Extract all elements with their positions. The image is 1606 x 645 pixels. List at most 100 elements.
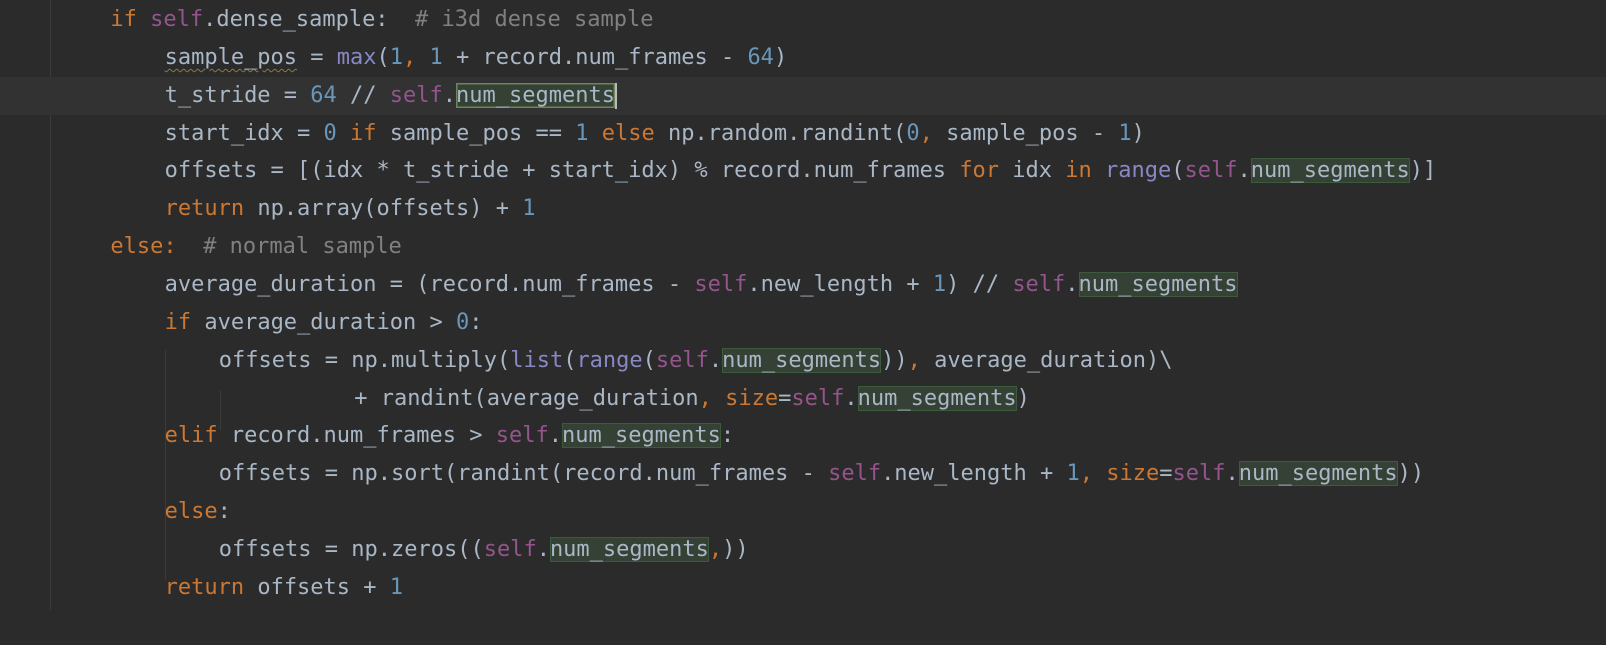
code-token: + randint(average_duration (354, 385, 699, 411)
code-token: start_idx = (164, 120, 324, 146)
code-token: else (110, 234, 164, 260)
code-token: , (907, 347, 935, 373)
code-line-content: return np.array(offsets) + 1 (165, 190, 536, 228)
text-caret (614, 82, 617, 109)
code-token: list (510, 347, 564, 373)
code-token: offsets = np.sort(randint(record.num_fra… (218, 461, 829, 487)
code-token: ) (773, 44, 788, 70)
code-line[interactable]: offsets = np.multiply(list(range(self.nu… (0, 342, 1606, 380)
code-token: t_stride = (164, 82, 311, 108)
code-token: // (336, 82, 390, 108)
code-token: 0 (323, 120, 337, 146)
code-token: idx (999, 158, 1066, 184)
code-token: ) (1131, 120, 1145, 146)
code-token: 1 (1066, 461, 1080, 487)
code-token: , (1079, 461, 1107, 487)
code-token: + record.num_frames - (442, 44, 748, 70)
code-token: )] (1409, 158, 1437, 184)
code-line[interactable]: else: (0, 493, 1606, 531)
code-line-content: offsets = [(idx * t_stride + start_idx) … (165, 152, 1437, 190)
code-line[interactable]: elif record.num_frames > self.num_segmen… (0, 417, 1606, 455)
code-line[interactable]: sample_pos = max(1, 1 + record.num_frame… (0, 39, 1606, 77)
code-line-content: if average_duration > 0: (165, 304, 483, 342)
code-token: sample_pos - (946, 120, 1119, 146)
code-token: average_duration = (record.num_frames - (164, 271, 695, 297)
code-token: self (694, 271, 748, 297)
code-token: . (548, 423, 562, 449)
code-token: = (778, 385, 792, 411)
code-token: return (164, 574, 245, 600)
code-token: size (1106, 461, 1160, 487)
code-token: record.num_frames > (217, 423, 496, 449)
code-line-content: return offsets + 1 (165, 569, 403, 607)
code-token: np.array(offsets) + (244, 196, 523, 222)
code-editor[interactable]: if self.dense_sample: # i3d dense sample… (0, 0, 1606, 645)
code-line[interactable]: offsets = np.zeros((self.num_segments,)) (0, 531, 1606, 569)
code-token: average_duration > (191, 309, 456, 335)
code-token: 0 (456, 309, 470, 335)
code-token: 1 (429, 44, 443, 70)
highlighted-identifier: num_segments (549, 536, 709, 562)
code-token: in (1065, 158, 1092, 184)
code-token: return (164, 196, 245, 222)
code-line[interactable]: t_stride = 64 // self.num_segments (0, 76, 1606, 115)
highlighted-identifier: num_segments (1250, 158, 1410, 184)
code-token: : (217, 499, 231, 525)
code-token: else (164, 499, 218, 525)
code-line[interactable]: average_duration = (record.num_frames - … (0, 266, 1606, 304)
code-token: . (708, 347, 723, 373)
code-line-content: if self.dense_sample: # i3d dense sample (110, 1, 653, 39)
code-line[interactable]: return offsets + 1 (0, 569, 1606, 607)
code-token: self (150, 7, 204, 32)
code-token: ) // (946, 271, 1013, 297)
code-line-content: else: (165, 493, 231, 531)
highlighted-identifier: num_segments (857, 385, 1017, 411)
code-line-content: else: # normal sample (110, 228, 401, 266)
code-line-content: average_duration = (record.num_frames - … (165, 266, 1238, 304)
code-token: .new_length + (747, 271, 933, 297)
code-token: )) (722, 536, 749, 562)
code-line[interactable]: offsets = [(idx * t_stride + start_idx) … (0, 152, 1606, 190)
highlighted-identifier: num_segments (561, 423, 721, 449)
code-token: average_duration)\ (934, 347, 1173, 373)
code-token: , (708, 536, 723, 562)
code-token: 1 (389, 44, 404, 70)
code-token: = (297, 44, 337, 70)
code-token: , (919, 120, 947, 146)
code-token: if (350, 120, 377, 146)
code-line[interactable]: if average_duration > 0: (0, 304, 1606, 342)
code-line[interactable]: if self.dense_sample: # i3d dense sample (0, 1, 1606, 39)
code-line[interactable]: else: # normal sample (0, 228, 1606, 266)
code-token: = (1159, 461, 1173, 487)
code-token: . (1225, 461, 1239, 487)
code-line-content: + randint(average_duration, size=self.nu… (354, 380, 1030, 418)
code-token: . (1237, 158, 1251, 184)
highlighted-identifier: num_segments (722, 347, 882, 373)
code-token: 1 (1118, 120, 1132, 146)
code-token: . (844, 385, 858, 411)
code-token: self (1184, 158, 1238, 184)
code-token: self (495, 423, 549, 449)
code-token: ( (563, 347, 577, 373)
code-token: max (336, 44, 377, 70)
code-token: sample_pos (164, 44, 298, 70)
code-token: offsets = np.zeros(( (218, 536, 484, 562)
code-line-content: offsets = np.multiply(list(range(self.nu… (219, 342, 1173, 380)
code-token: self (791, 385, 845, 411)
code-token: self (1172, 461, 1226, 487)
code-token: size (725, 385, 779, 411)
code-line[interactable]: + randint(average_duration, size=self.nu… (0, 380, 1606, 418)
code-line[interactable]: start_idx = 0 if sample_pos == 1 else np… (0, 115, 1606, 153)
code-token: range (1105, 158, 1172, 184)
code-token: 1 (932, 271, 947, 297)
code-line-content: t_stride = 64 // self.num_segments (165, 77, 617, 115)
code-token: if (110, 7, 137, 32)
code-line[interactable]: offsets = np.sort(randint(record.num_fra… (0, 455, 1606, 493)
code-token: : (720, 423, 735, 449)
code-line[interactable]: return np.array(offsets) + 1 (0, 190, 1606, 228)
code-token: else (601, 120, 655, 146)
code-token: offsets + (244, 574, 390, 600)
